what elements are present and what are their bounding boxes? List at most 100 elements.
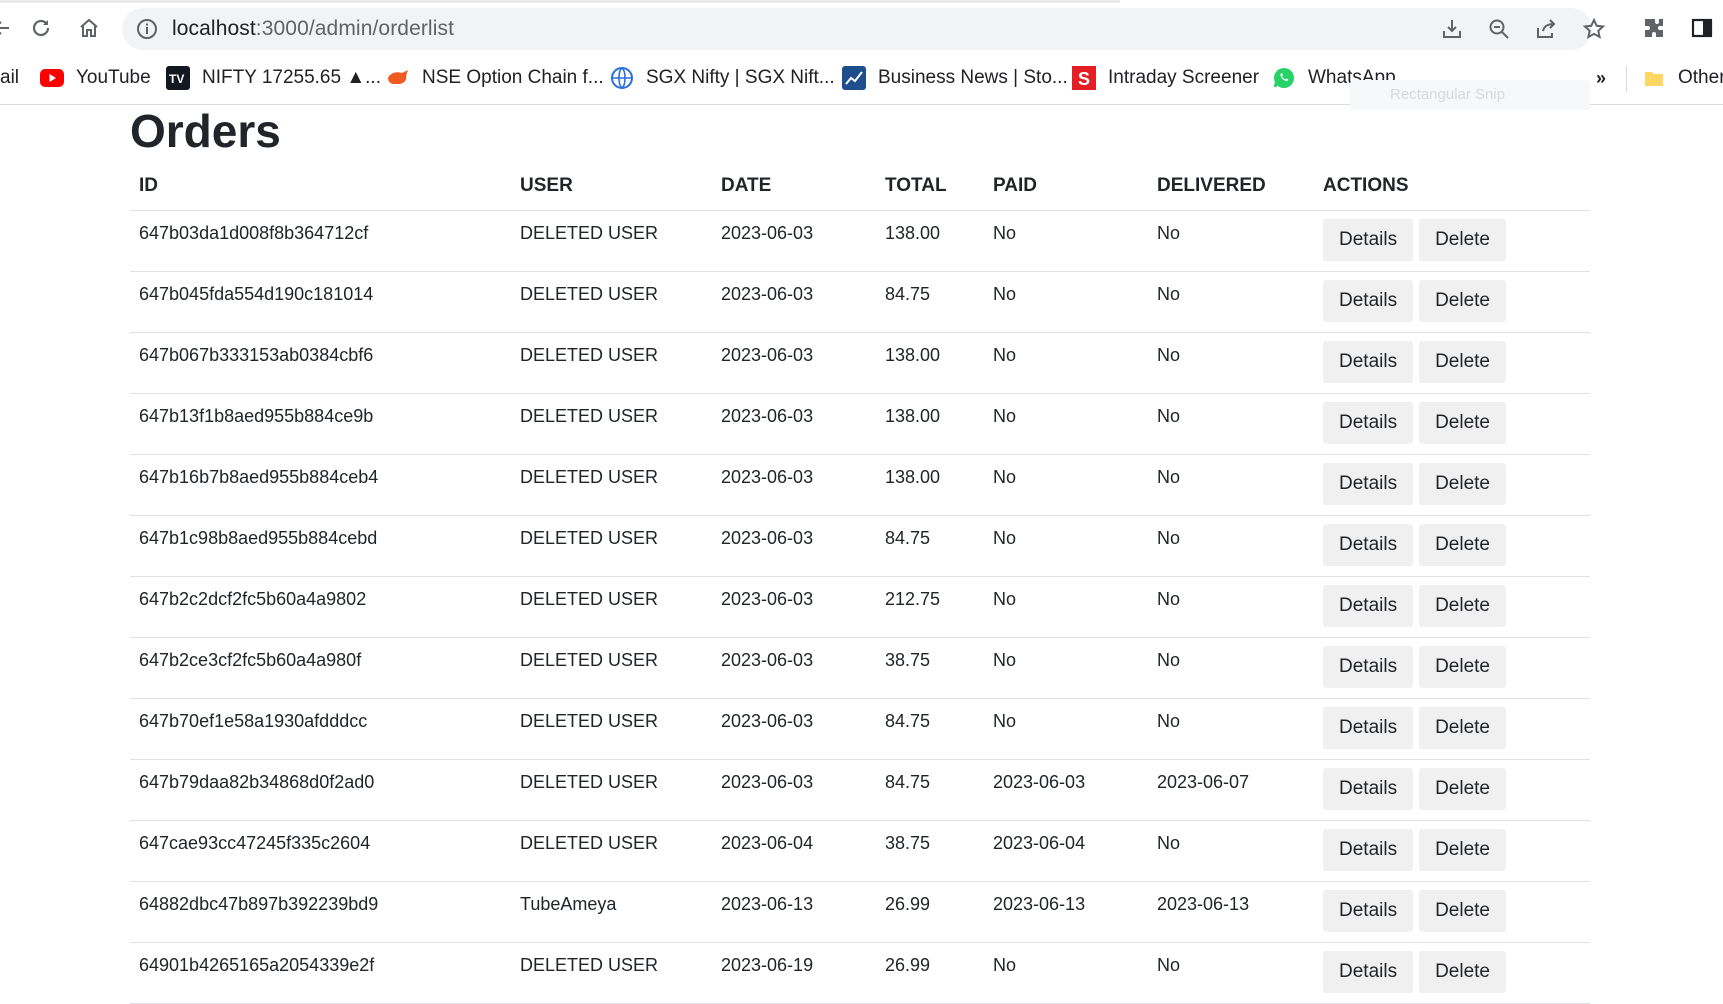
table-row: 647b067b333153ab0384cbf6 DELETED USER 2023… [130, 332, 1590, 394]
address-bar[interactable]: localhost:3000/admin/orderlist [122, 8, 1606, 50]
bookmark-nse[interactable]: NSE Option Chain f... [386, 64, 604, 92]
details-button[interactable]: Details [1323, 524, 1414, 566]
overflow-chevron-icon: » [1596, 67, 1607, 88]
table-header-row: ID USER DATE TOTAL PAID DELIVERED ACTION… [130, 162, 1590, 211]
details-button[interactable]: Details [1323, 219, 1414, 261]
details-button[interactable]: Details [1323, 585, 1414, 627]
delete-button[interactable]: Delete [1419, 280, 1506, 322]
bookmark-sgx[interactable]: SGX Nifty | SGX Nift... [610, 64, 835, 92]
order-actions-cell: Details Delete [1314, 698, 1590, 760]
details-button[interactable]: Details [1323, 402, 1414, 444]
order-delivered-cell: No [1148, 210, 1314, 272]
bookmark-other[interactable]: Other [1642, 64, 1723, 92]
order-delivered-cell: No [1148, 698, 1314, 760]
order-id-cell: 647b13f1b8aed955b884ce9b [130, 393, 511, 455]
order-date-cell: 2023-06-03 [712, 515, 876, 577]
order-user-cell: DELETED USER [511, 454, 712, 516]
delete-button[interactable]: Delete [1419, 524, 1506, 566]
delete-button[interactable]: Delete [1419, 768, 1506, 810]
bookmark-label: Other [1678, 67, 1723, 88]
order-total-cell: 38.75 [876, 637, 984, 699]
url-path: :3000/admin/orderlist [255, 17, 455, 40]
order-paid-cell: No [984, 576, 1148, 638]
loading-bar [0, 0, 1120, 3]
order-actions-cell: Details Delete [1314, 820, 1590, 882]
bookmark-youtube[interactable]: YouTube [40, 64, 151, 92]
home-icon[interactable] [73, 12, 105, 44]
order-actions-cell: Details Delete [1314, 332, 1590, 394]
bookmark-star-icon[interactable] [1582, 17, 1606, 41]
details-button[interactable]: Details [1323, 341, 1414, 383]
site-info-icon[interactable] [136, 18, 158, 40]
details-button[interactable]: Details [1323, 768, 1414, 810]
details-button[interactable]: Details [1323, 463, 1414, 505]
details-button[interactable]: Details [1323, 951, 1414, 993]
column-header-id: ID [130, 162, 511, 211]
table-row: 64882dbc47b897b392239bd9 TubeAmeya 2023-06… [130, 881, 1590, 943]
youtube-icon [40, 66, 64, 90]
bookmark-business-news[interactable]: Business News | Sto... [842, 64, 1068, 92]
bookmarks-overflow-button[interactable]: » [1596, 64, 1606, 92]
chart-icon [842, 66, 866, 90]
order-id-cell: 647b2ce3cf2fc5b60a4a980f [130, 637, 511, 699]
order-delivered-cell: No [1148, 820, 1314, 882]
delete-button[interactable]: Delete [1419, 890, 1506, 932]
table-row: 647b03da1d008f8b364712cf DELETED USER 2023… [130, 210, 1590, 272]
install-app-icon[interactable] [1440, 17, 1464, 41]
reload-icon[interactable] [25, 12, 57, 44]
table-row: 647b2ce3cf2fc5b60a4a980f DELETED USER 2023… [130, 637, 1590, 699]
table-row: 64901b4265165a2054339e2f DELETED USER 2023… [130, 942, 1590, 1004]
delete-button[interactable]: Delete [1419, 707, 1506, 749]
table-row: 647cae93cc47245f335c2604 DELETED USER 2023… [130, 820, 1590, 882]
order-total-cell: 138.00 [876, 393, 984, 455]
order-delivered-cell: No [1148, 576, 1314, 638]
share-icon[interactable] [1534, 17, 1558, 41]
order-actions-cell: Details Delete [1314, 454, 1590, 516]
details-button[interactable]: Details [1323, 890, 1414, 932]
details-button[interactable]: Details [1323, 829, 1414, 871]
order-total-cell: 138.00 [876, 454, 984, 516]
order-date-cell: 2023-06-03 [712, 576, 876, 638]
delete-button[interactable]: Delete [1419, 646, 1506, 688]
order-user-cell: DELETED USER [511, 576, 712, 638]
table-row: 647b1c98b8aed955b884cebd DELETED USER 2023… [130, 515, 1590, 577]
details-button[interactable]: Details [1323, 646, 1414, 688]
order-date-cell: 2023-06-03 [712, 393, 876, 455]
order-user-cell: DELETED USER [511, 698, 712, 760]
bookmark-intraday[interactable]: S Intraday Screener [1072, 64, 1259, 92]
order-actions-cell: Details Delete [1314, 393, 1590, 455]
order-total-cell: 212.75 [876, 576, 984, 638]
delete-button[interactable]: Delete [1419, 951, 1506, 993]
delete-button[interactable]: Delete [1419, 219, 1506, 261]
order-date-cell: 2023-06-03 [712, 454, 876, 516]
tradingview-icon: TV [166, 66, 190, 90]
delete-button[interactable]: Delete [1419, 585, 1506, 627]
browser-toolbar: localhost:3000/admin/orderlist [0, 0, 1723, 52]
delete-button[interactable]: Delete [1419, 829, 1506, 871]
order-total-cell: 26.99 [876, 881, 984, 943]
bookmark-partial[interactable]: ail [0, 64, 19, 92]
order-user-cell: DELETED USER [511, 271, 712, 333]
zoom-out-icon[interactable] [1487, 17, 1511, 41]
url-host: localhost [172, 17, 256, 40]
order-total-cell: 26.99 [876, 942, 984, 1004]
order-date-cell: 2023-06-03 [712, 210, 876, 272]
back-icon[interactable] [0, 12, 18, 44]
details-button[interactable]: Details [1323, 707, 1414, 749]
delete-button[interactable]: Delete [1419, 402, 1506, 444]
delete-button[interactable]: Delete [1419, 463, 1506, 505]
order-id-cell: 647cae93cc47245f335c2604 [130, 820, 511, 882]
order-date-cell: 2023-06-03 [712, 332, 876, 394]
order-actions-cell: Details Delete [1314, 942, 1590, 1004]
order-user-cell: DELETED USER [511, 210, 712, 272]
extensions-icon[interactable] [1638, 12, 1670, 44]
side-panel-icon[interactable] [1686, 12, 1718, 44]
bookmark-label: NIFTY 17255.65 ▲... [202, 67, 381, 88]
details-button[interactable]: Details [1323, 280, 1414, 322]
order-actions-cell: Details Delete [1314, 271, 1590, 333]
bull-icon [386, 66, 410, 90]
bookmark-nifty[interactable]: TV NIFTY 17255.65 ▲... [166, 64, 381, 92]
order-paid-cell: No [984, 698, 1148, 760]
order-user-cell: DELETED USER [511, 332, 712, 394]
delete-button[interactable]: Delete [1419, 341, 1506, 383]
